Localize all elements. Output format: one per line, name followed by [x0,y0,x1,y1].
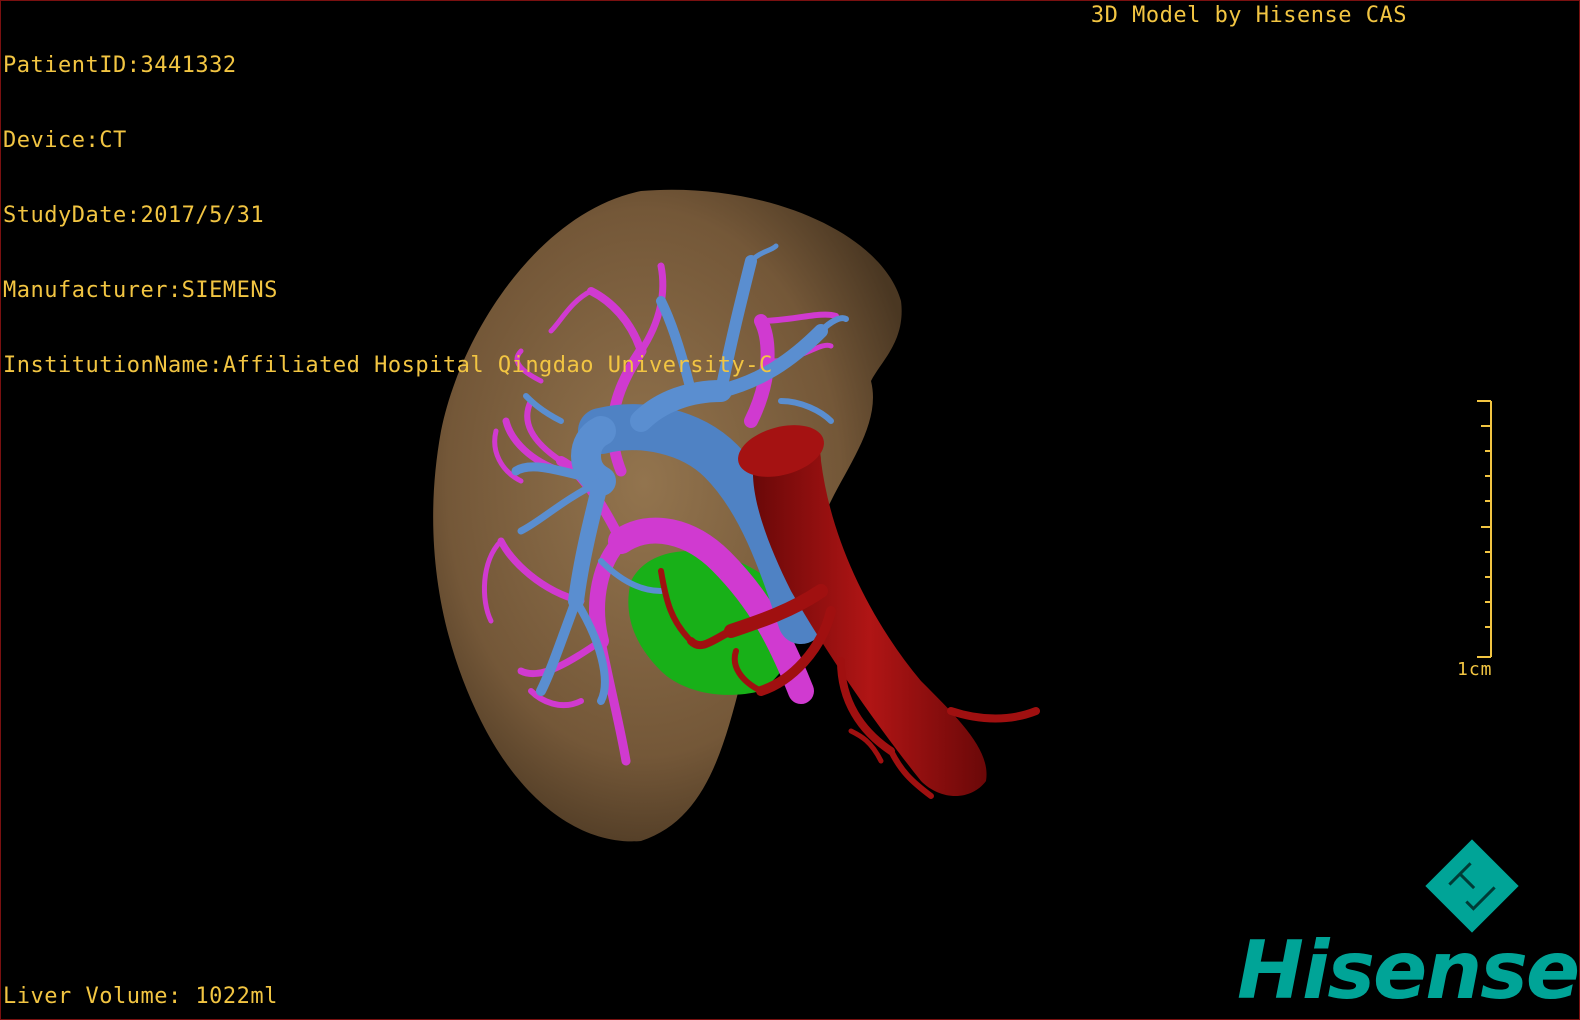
liver-volume: Liver Volume: 1022ml [3,984,278,1009]
3d-viewport[interactable]: PatientID:3441332 Device:CT StudyDate:20… [0,0,1580,1020]
device: Device:CT [3,128,127,153]
dicom-info-overlay: PatientID:3441332 Device:CT StudyDate:20… [3,3,773,428]
hisense-logo-text: Hisense [1237,924,1579,1017]
study-date: StudyDate:2017/5/31 [3,203,265,228]
institution-name: InstitutionName:Affiliated Hospital Qing… [3,353,773,378]
manufacturer: Manufacturer:SIEMENS [3,278,278,303]
scale-label: 1cm [1457,659,1493,680]
scale-bar [1477,400,1492,658]
patient-id: PatientID:3441332 [3,53,237,78]
model-caption: 3D Model by Hisense CAS [1090,3,1407,28]
